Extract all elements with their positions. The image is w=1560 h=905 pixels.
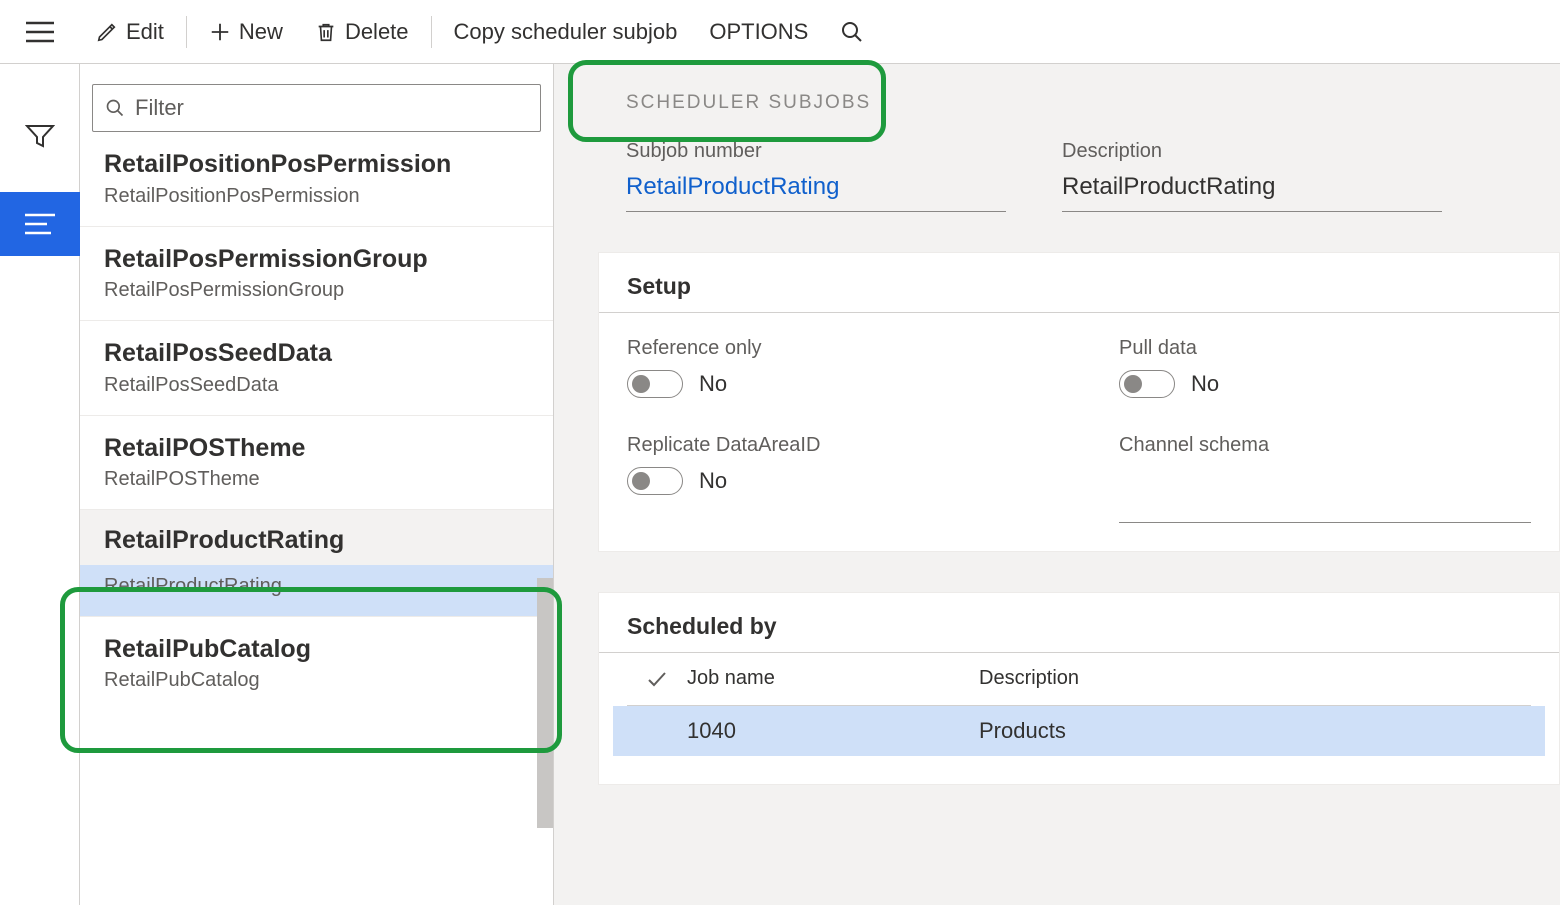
detail-panel: SCHEDULER SUBJOBS Subjob number RetailPr… (554, 64, 1560, 905)
card-title: Scheduled by (627, 613, 1531, 640)
list-item-title: RetailPositionPosPermission (104, 148, 529, 181)
toggle-value: No (1191, 371, 1219, 397)
list-item[interactable]: RetailPosPermissionGroup RetailPosPermis… (80, 227, 553, 322)
page-title: SCHEDULER SUBJOBS (626, 92, 1532, 114)
field-label: Channel schema (1119, 434, 1531, 457)
separator (431, 16, 432, 48)
field-label: Reference only (627, 337, 1039, 360)
delete-button[interactable]: Delete (299, 0, 425, 63)
search-icon (840, 20, 864, 44)
left-rail (0, 64, 80, 905)
cell-jobname: 1040 (687, 718, 979, 744)
list-item-title: RetailPosSeedData (104, 337, 529, 370)
list-item-sub: RetailPOSTheme (104, 468, 529, 491)
filter-box[interactable] (92, 84, 541, 132)
pencil-icon (96, 21, 118, 43)
options-button[interactable]: OPTIONS (693, 0, 824, 63)
card-title: Setup (627, 273, 1531, 300)
list-scroll: RetailPositionPosPermission RetailPositi… (80, 148, 553, 905)
field-label: Subjob number (626, 140, 1006, 163)
delete-label: Delete (345, 19, 409, 45)
col-jobname[interactable]: Job name (687, 667, 979, 691)
list-item-sub: RetailPosSeedData (104, 374, 529, 397)
nav-hamburger-button[interactable] (0, 0, 80, 63)
edit-label: Edit (126, 19, 164, 45)
list-item-title: RetailPosPermissionGroup (104, 243, 529, 276)
field-label: Pull data (1119, 337, 1531, 360)
list-item-selected[interactable]: RetailProductRating RetailProductRating (80, 510, 553, 617)
copy-subjob-button[interactable]: Copy scheduler subjob (438, 0, 694, 63)
pull-data-toggle[interactable] (1119, 370, 1175, 398)
reference-only-toggle[interactable] (627, 370, 683, 398)
table-header: Job name Description (627, 659, 1531, 706)
checkmark-icon[interactable] (645, 667, 669, 691)
list-item[interactable]: RetailPosSeedData RetailPosSeedData (80, 321, 553, 416)
list-pane-toggle[interactable] (0, 192, 80, 256)
trash-icon (315, 20, 337, 44)
list-item-sub: RetailPubCatalog (104, 669, 529, 692)
search-icon (105, 98, 125, 118)
replicate-toggle[interactable] (627, 467, 683, 495)
cell-description: Products (979, 718, 1066, 744)
plus-icon (209, 21, 231, 43)
separator (186, 16, 187, 48)
filter-input[interactable] (135, 95, 528, 121)
list-item-title: RetailPubCatalog (104, 633, 529, 666)
copy-subjob-label: Copy scheduler subjob (454, 19, 678, 45)
new-button[interactable]: New (193, 0, 299, 63)
field-label: Replicate DataAreaID (627, 434, 1039, 457)
edit-button[interactable]: Edit (80, 0, 180, 63)
description-value[interactable]: RetailProductRating (1062, 173, 1442, 212)
list-item-sub: RetailPositionPosPermission (104, 185, 529, 208)
list-item-sub: RetailProductRating (104, 575, 529, 598)
col-description[interactable]: Description (979, 667, 1079, 691)
list-item-sub: RetailPosPermissionGroup (104, 279, 529, 302)
list-item[interactable]: RetailPositionPosPermission RetailPositi… (80, 148, 553, 227)
scrollbar-thumb[interactable] (537, 578, 553, 828)
search-button[interactable] (824, 0, 880, 63)
options-label: OPTIONS (709, 19, 808, 45)
command-bar: Edit New Delete Copy scheduler subjob OP… (0, 0, 1560, 64)
filter-pane-button[interactable] (8, 104, 72, 168)
table-row[interactable]: 1040 Products (613, 706, 1545, 756)
list-item-title: RetailPOSTheme (104, 432, 529, 465)
toggle-value: No (699, 371, 727, 397)
list-panel: RetailPositionPosPermission RetailPositi… (80, 64, 554, 905)
field-label: Description (1062, 140, 1442, 163)
channel-schema-input[interactable] (1119, 491, 1531, 523)
list-item[interactable]: RetailPOSTheme RetailPOSTheme (80, 416, 553, 511)
scheduled-by-card: Scheduled by Job name Description 1040 P… (598, 592, 1560, 785)
subjob-number-link[interactable]: RetailProductRating (626, 173, 1006, 212)
list-item[interactable]: RetailPubCatalog RetailPubCatalog (80, 617, 553, 711)
new-label: New (239, 19, 283, 45)
toggle-value: No (699, 468, 727, 494)
setup-card: Setup Reference only No Pull data No (598, 252, 1560, 552)
list-item-title: RetailProductRating (104, 524, 529, 557)
